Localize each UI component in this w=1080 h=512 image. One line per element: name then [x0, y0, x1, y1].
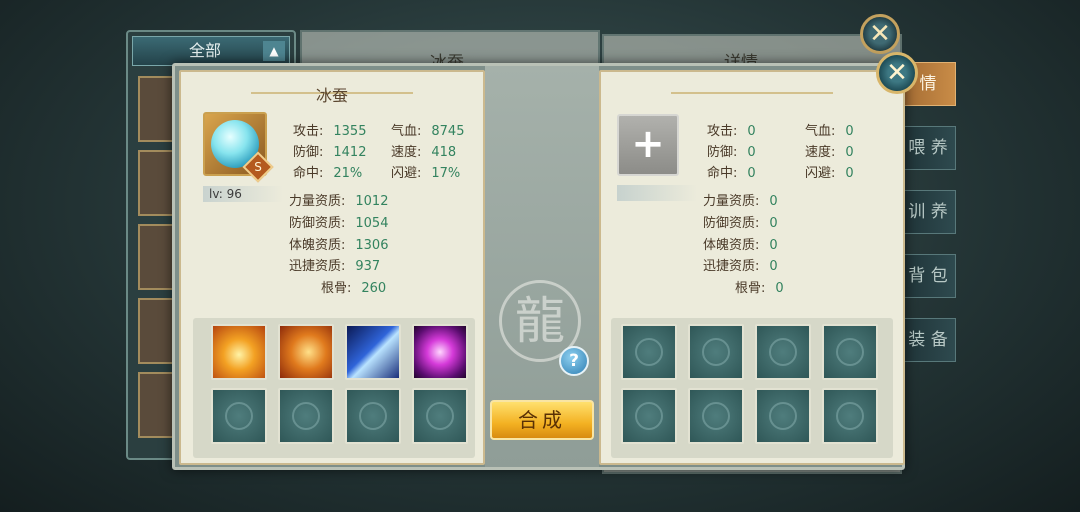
- target-pet-panel: + 攻击: 0 气血: 0 防御: 0 速度: 0 命中: 0 闪避: 0 力量资质: 0 防…: [599, 70, 905, 465]
- empty-skill-slot[interactable]: [412, 388, 468, 444]
- stat-hp: 气血: 0: [805, 124, 854, 139]
- empty-level-bar: [617, 185, 697, 201]
- filter-dropdown[interactable]: 全部 ▲: [132, 36, 290, 66]
- skill-grid: [193, 318, 475, 458]
- close-icon: ✕: [869, 19, 891, 49]
- empty-skill-slot[interactable]: [822, 388, 878, 444]
- fire-beast-skill-icon[interactable]: [278, 324, 334, 380]
- title-ornament: [743, 92, 833, 94]
- compose-button[interactable]: 合成: [490, 400, 594, 440]
- empty-skill-slot[interactable]: [621, 324, 677, 380]
- stat-hit: 命中: 21%: [293, 166, 363, 181]
- side-tab-train[interactable]: 训 养: [900, 190, 956, 234]
- stat-dodge: 闪避: 0: [805, 166, 854, 181]
- pet-portrait[interactable]: S: [203, 112, 274, 183]
- stat-defense: 防御: 0: [707, 145, 756, 160]
- empty-skill-slot[interactable]: [345, 388, 401, 444]
- empty-skill-slot[interactable]: [755, 388, 811, 444]
- golden-burst-skill-icon[interactable]: [211, 324, 267, 380]
- skill-grid: [611, 318, 893, 458]
- stat-attack: 攻击: 0: [707, 124, 756, 139]
- question-icon: ?: [569, 351, 579, 371]
- empty-skill-slot[interactable]: [211, 388, 267, 444]
- stat-hit: 命中: 0: [707, 166, 756, 181]
- compose-dialog: 龍 冰蚕 S lv: 96 攻击: 1355 气血: 8745 防御: 1412 速度…: [172, 63, 905, 470]
- plus-icon: +: [631, 121, 665, 167]
- empty-skill-slot[interactable]: [688, 388, 744, 444]
- aptitude-defense: 防御资质: 1054: [289, 216, 389, 231]
- close-button[interactable]: ✕: [876, 52, 918, 94]
- filter-label: 全部: [189, 41, 222, 60]
- close-icon: ✕: [886, 58, 908, 88]
- stat-speed: 速度: 418: [391, 145, 457, 160]
- empty-skill-slot[interactable]: [278, 388, 334, 444]
- aptitude-physique: 体魄资质: 0: [703, 238, 778, 253]
- empty-skill-slot[interactable]: [822, 324, 878, 380]
- ice-claw-skill-icon[interactable]: [345, 324, 401, 380]
- aptitude-agility: 迅捷资质: 0: [703, 259, 778, 274]
- chevron-up-icon[interactable]: ▲: [263, 41, 285, 61]
- source-pet-panel: 冰蚕 S lv: 96 攻击: 1355 气血: 8745 防御: 1412 速度: 4…: [179, 70, 485, 465]
- purple-vortex-skill-icon[interactable]: [412, 324, 468, 380]
- aptitude-bone: 根骨: 0: [735, 281, 784, 296]
- aptitude-physique: 体魄资质: 1306: [289, 238, 389, 253]
- stat-speed: 速度: 0: [805, 145, 854, 160]
- side-tab-feed[interactable]: 喂 养: [900, 126, 956, 170]
- aptitude-agility: 迅捷资质: 937: [289, 259, 381, 274]
- stat-hp: 气血: 8745: [391, 124, 465, 139]
- aptitude-defense: 防御资质: 0: [703, 216, 778, 231]
- background-close-button[interactable]: ✕: [860, 14, 900, 54]
- aptitude-strength: 力量资质: 1012: [289, 194, 389, 209]
- add-pet-button[interactable]: +: [617, 114, 679, 176]
- empty-skill-slot[interactable]: [755, 324, 811, 380]
- empty-skill-slot[interactable]: [688, 324, 744, 380]
- stat-attack: 攻击: 1355: [293, 124, 367, 139]
- side-tab-bag[interactable]: 背 包: [900, 254, 956, 298]
- aptitude-bone: 根骨: 260: [321, 281, 387, 296]
- pet-level: lv: 96: [203, 186, 283, 202]
- aptitude-strength: 力量资质: 0: [703, 194, 778, 209]
- empty-skill-slot[interactable]: [621, 388, 677, 444]
- pet-name-title: 冰蚕: [315, 86, 348, 105]
- help-button[interactable]: ?: [559, 346, 589, 376]
- stat-dodge: 闪避: 17%: [391, 166, 461, 181]
- side-tab-equip[interactable]: 装 备: [900, 318, 956, 362]
- stat-defense: 防御: 1412: [293, 145, 367, 160]
